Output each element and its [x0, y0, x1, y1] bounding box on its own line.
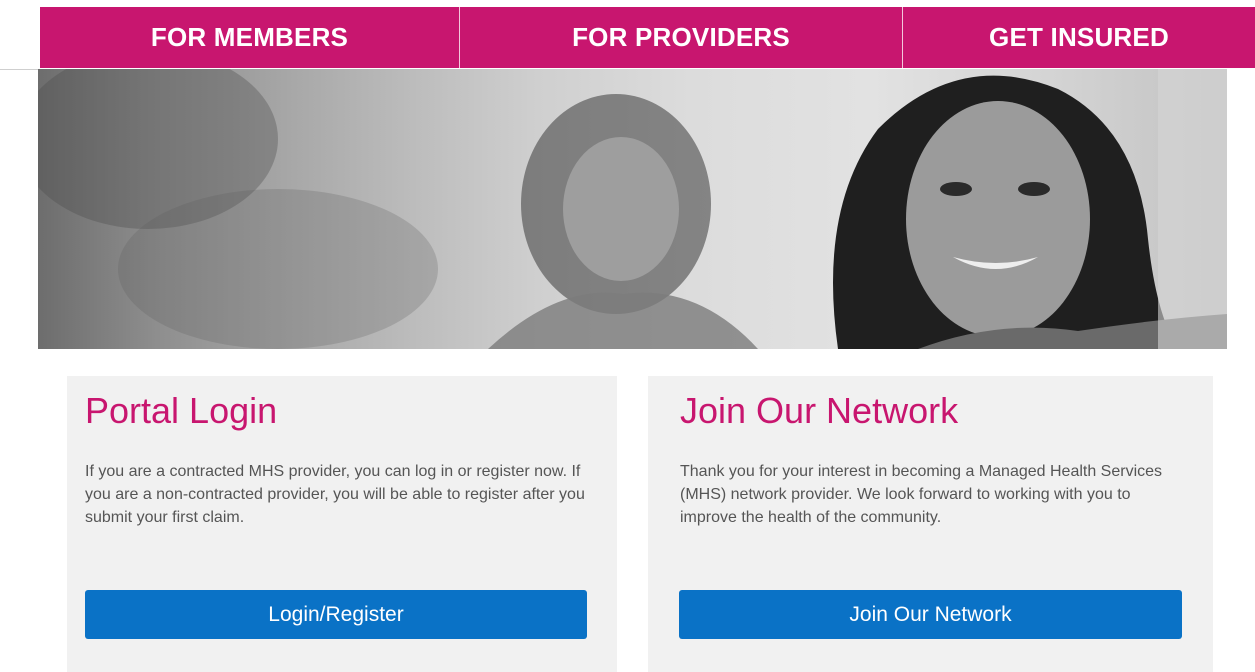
top-navigation: FOR MEMBERS FOR PROVIDERS GET INSURED: [40, 7, 1255, 68]
join-network-card: Join Our Network Thank you for your inte…: [648, 376, 1213, 672]
nav-divider-line: [0, 69, 40, 70]
nav-for-providers[interactable]: FOR PROVIDERS: [460, 7, 903, 68]
hero-photo-women-smiling: [38, 69, 1227, 349]
portal-login-card: Portal Login If you are a contracted MHS…: [67, 376, 617, 672]
portal-login-title: Portal Login: [85, 390, 278, 431]
join-network-title: Join Our Network: [680, 390, 959, 431]
login-register-button[interactable]: Login/Register: [85, 590, 587, 639]
join-network-button[interactable]: Join Our Network: [679, 590, 1182, 639]
portal-login-description: If you are a contracted MHS provider, yo…: [85, 463, 585, 526]
nav-get-insured[interactable]: GET INSURED: [903, 7, 1255, 68]
hero-image: [38, 69, 1227, 349]
nav-for-members[interactable]: FOR MEMBERS: [40, 7, 460, 68]
join-network-description: Thank you for your interest in becoming …: [680, 463, 1163, 526]
